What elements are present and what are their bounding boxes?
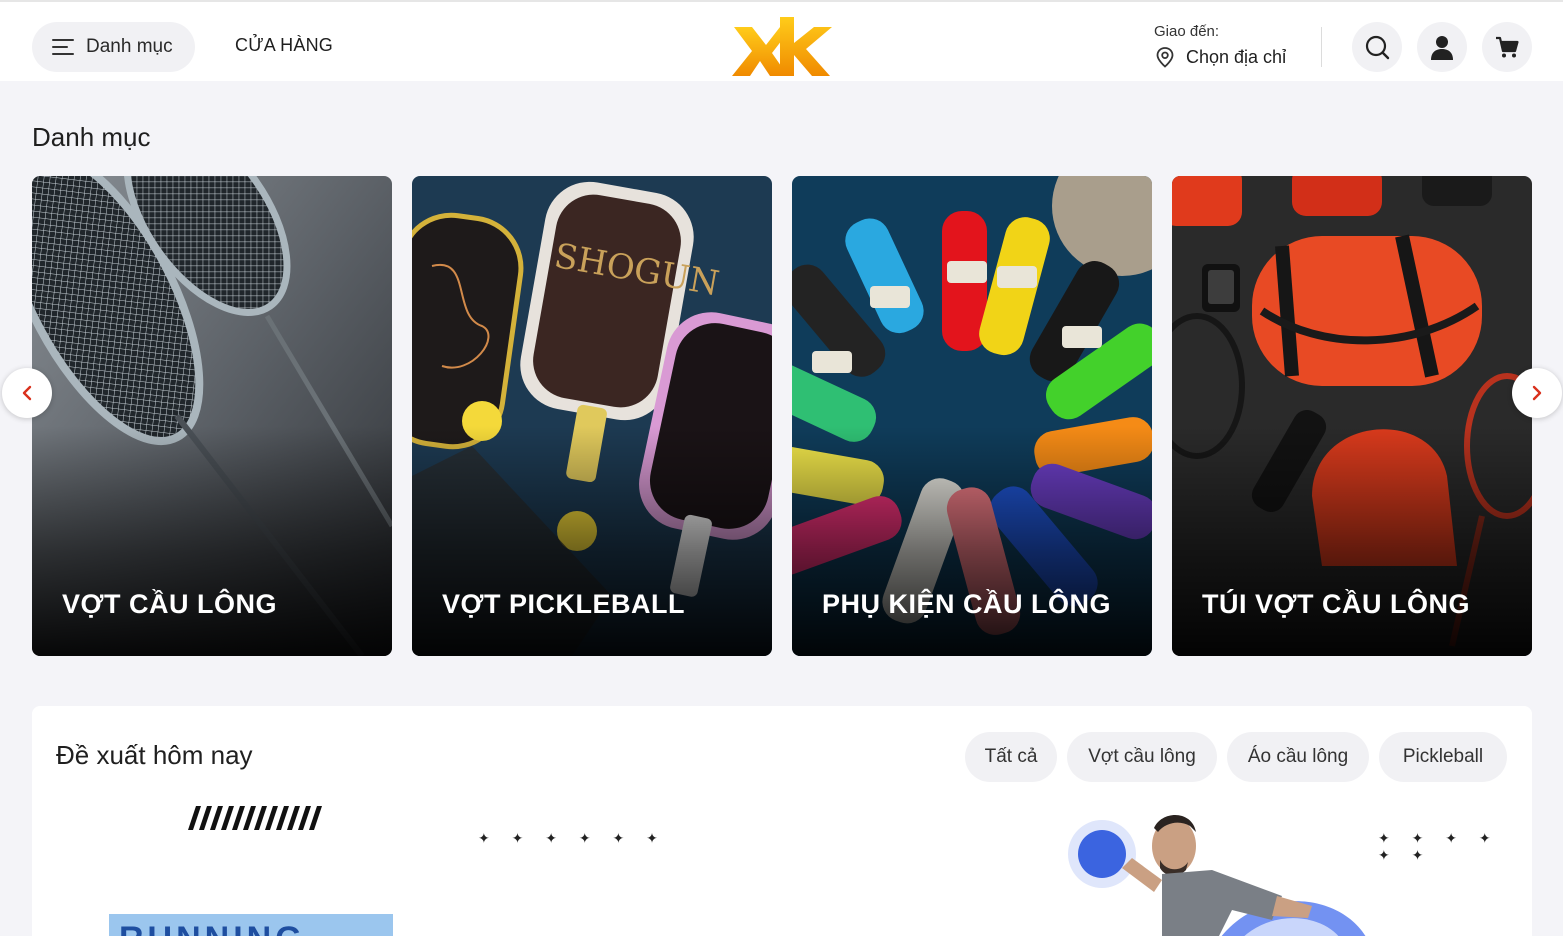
category-card-label: VỢT CẦU LÔNG	[62, 589, 278, 619]
filter-chip-all[interactable]: Tất cả	[965, 732, 1057, 782]
cart-icon	[1496, 36, 1519, 58]
banner-stars-left: ✦ ✦ ✦ ✦ ✦ ✦	[478, 830, 667, 846]
category-section-title: Danh mục	[32, 122, 151, 152]
chevron-right-icon	[1532, 385, 1542, 401]
search-button[interactable]	[1352, 22, 1402, 72]
filter-chip-badminton-racket[interactable]: Vợt cầu lông	[1067, 732, 1217, 782]
hamburger-icon	[52, 39, 74, 55]
card-shade	[792, 426, 1152, 656]
suggestions-title: Đề xuất hôm nay	[56, 740, 253, 770]
delivery-caption: Giao đến:	[1154, 23, 1220, 40]
delivery-location: Giao đến: Chọn địa chỉ	[1154, 23, 1286, 68]
category-card-label: PHỤ KIỆN CẦU LÔNG	[822, 589, 1112, 619]
category-card-badminton-accessories[interactable]: PHỤ KIỆN CẦU LÔNG	[792, 176, 1152, 656]
category-card-label: VỢT PICKLEBALL	[442, 589, 686, 619]
category-card-label: TÚI VỢT CẦU LÔNG	[1202, 589, 1471, 619]
user-icon	[1431, 36, 1453, 60]
cart-button[interactable]	[1482, 22, 1532, 72]
header-divider	[1321, 27, 1322, 67]
category-card-racket-bag[interactable]: TÚI VỢT CẦU LÔNG	[1172, 176, 1532, 656]
site-logo[interactable]	[730, 13, 834, 79]
category-carousel: VỢT CẦU LÔNG SHOGUN VỢT PICKLEBALL PHỤ K…	[32, 176, 1532, 656]
carousel-next-button[interactable]	[1512, 368, 1562, 418]
runner-banner-image	[1068, 814, 1366, 936]
carousel-prev-button[interactable]	[2, 368, 52, 418]
banner-stripes-graphic	[188, 806, 322, 830]
site-header: Danh mục CỬA HÀNG Giao đến: Chọn địa chỉ	[0, 0, 1563, 81]
category-card-pickleball[interactable]: SHOGUN VỢT PICKLEBALL	[412, 176, 772, 656]
category-card-badminton-racket[interactable]: VỢT CẦU LÔNG	[32, 176, 392, 656]
location-pin-icon	[1156, 47, 1174, 68]
chevron-left-icon	[22, 385, 32, 401]
card-shade	[1172, 426, 1532, 656]
banner-stars-right: ✦ ✦ ✦ ✦ ✦ ✦	[1378, 830, 1500, 863]
todays-suggestions-section: Đề xuất hôm nay Tất cả Vợt cầu lông Áo c…	[32, 706, 1532, 936]
category-menu-button[interactable]: Danh mục	[32, 22, 195, 72]
category-menu-label: Danh mục	[86, 36, 173, 57]
card-shade	[412, 426, 772, 656]
account-button[interactable]	[1417, 22, 1467, 72]
running-banner-text: RUNNING	[119, 920, 306, 936]
delivery-address: Chọn địa chỉ	[1186, 46, 1287, 67]
filter-chip-badminton-shirt[interactable]: Áo cầu lông	[1227, 732, 1369, 782]
search-icon	[1365, 35, 1390, 60]
card-shade	[32, 426, 392, 656]
choose-address-button[interactable]: Chọn địa chỉ	[1154, 46, 1286, 68]
store-link[interactable]: CỬA HÀNG	[235, 35, 333, 56]
filter-chip-pickleball[interactable]: Pickleball	[1379, 732, 1507, 782]
